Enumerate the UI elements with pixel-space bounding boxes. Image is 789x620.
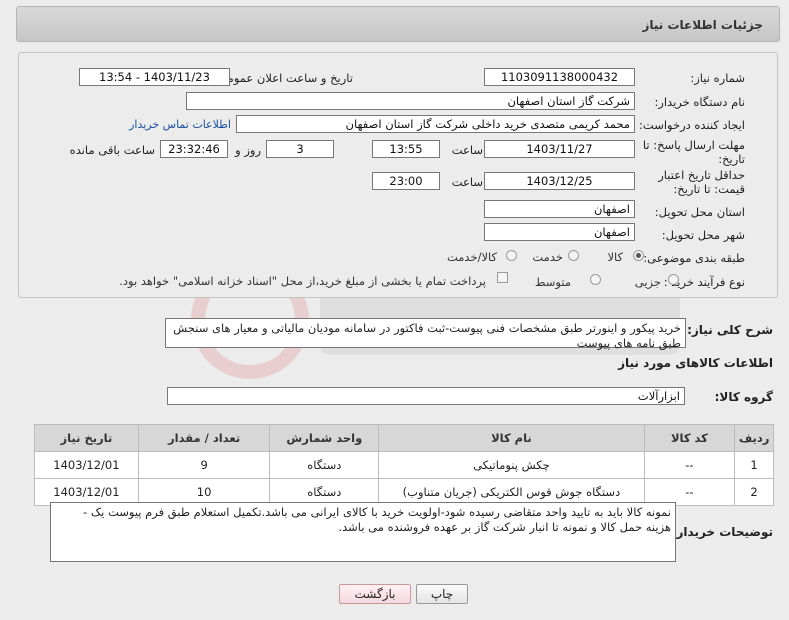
goods-table: ردیف کد کالا نام کالا واحد شمارش تعداد /…	[34, 424, 774, 506]
need-description-text: خرید پیکور و اینورتر طبق مشخصات فنی پیوس…	[165, 318, 686, 350]
price-validity-time-field: 23:00	[372, 172, 440, 190]
province-field: اصفهان	[484, 200, 635, 218]
category-radio-service[interactable]	[568, 250, 579, 261]
need-number-field: 1103091138000432	[484, 68, 635, 86]
announce-datetime-field: 1403/11/23 - 13:54	[79, 68, 230, 86]
need-number-label: شماره نیاز:	[690, 71, 745, 85]
page-title: جزئیات اطلاعات نیاز	[642, 18, 763, 32]
row-number: 2	[734, 478, 774, 506]
category-radio-goods-service[interactable]	[506, 250, 517, 261]
process-option-medium: متوسط	[534, 275, 571, 289]
buyer-org-label: نام دستگاه خریدار:	[654, 95, 745, 109]
creator-label: ایجاد کننده درخواست:	[639, 118, 745, 132]
category-option-service: خدمت	[532, 250, 563, 264]
remaining-time-field: 23:32:46	[160, 140, 228, 158]
category-radio-goods[interactable]	[633, 250, 644, 261]
category-option-goods-service: کالا/خدمت	[446, 250, 497, 264]
process-option-minor: جزیی	[634, 275, 661, 289]
col-need-date: تاریخ نیاز	[34, 424, 139, 452]
process-radio-minor[interactable]	[668, 274, 679, 285]
buyer-notes-text: نمونه کالا باید به تایید واحد متقاضی رسی…	[50, 502, 676, 562]
buyer-contact-link[interactable]: اطلاعات تماس خریدار	[129, 118, 231, 131]
price-validity-time-label: ساعت	[451, 175, 483, 189]
goods-section-title: اطلاعات کالاهای مورد نیاز	[618, 356, 773, 370]
row-name: چکش پنوماتیکی	[378, 451, 645, 479]
process-radio-medium[interactable]	[590, 274, 601, 285]
row-number: 1	[734, 451, 774, 479]
category-option-goods: کالا	[607, 250, 623, 264]
treasury-payment-note: پرداخت تمام یا بخشی از مبلغ خرید،از محل …	[119, 274, 486, 288]
col-name: نام کالا	[378, 424, 645, 452]
days-label: روز و	[235, 143, 261, 157]
category-label: طبقه بندی موضوعی:	[643, 251, 745, 265]
print-button[interactable]: چاپ	[416, 584, 468, 604]
row-unit: دستگاه	[269, 451, 380, 479]
province-label: استان محل تحویل:	[654, 205, 745, 219]
col-unit: واحد شمارش	[269, 424, 380, 452]
goods-group-label: گروه کالا:	[714, 390, 773, 404]
back-button[interactable]: بازگشت	[339, 584, 411, 604]
buyer-org-field: شرکت گاز استان اصفهان	[186, 92, 635, 110]
row-quantity: 9	[137, 451, 271, 479]
price-validity-label: حداقل تاریخ اعتبار قیمت: تا تاریخ:	[658, 168, 745, 196]
row-code: --	[643, 451, 736, 479]
reply-time-label: ساعت	[451, 143, 483, 157]
remaining-time-label: ساعت باقی مانده	[69, 143, 155, 157]
need-description-label: شرح کلی نیاز:	[687, 323, 773, 337]
city-field: اصفهان	[484, 223, 635, 241]
row-need-date: 1403/12/01	[34, 451, 139, 479]
col-code: کد کالا	[643, 424, 736, 452]
announce-label: تاریخ و ساعت اعلان عمومی:	[214, 71, 353, 85]
creator-field: محمد کریمی متصدی خرید داخلی شرکت گاز است…	[236, 115, 635, 133]
reply-time-field: 13:55	[372, 140, 440, 158]
buyer-notes-label: توضیحات خریدار:	[671, 525, 773, 539]
reply-date-field: 1403/11/27	[484, 140, 635, 158]
treasury-payment-checkbox[interactable]	[497, 272, 508, 283]
table-row: 1 -- چکش پنوماتیکی دستگاه 9 1403/12/01	[34, 451, 774, 479]
page-header: جزئیات اطلاعات نیاز	[16, 6, 780, 42]
col-quantity: تعداد / مقدار	[137, 424, 271, 452]
goods-table-header: ردیف کد کالا نام کالا واحد شمارش تعداد /…	[34, 424, 774, 452]
price-validity-date-field: 1403/12/25	[484, 172, 635, 190]
col-row: ردیف	[734, 424, 774, 452]
goods-group-field: ابزارآلات	[167, 387, 685, 405]
days-remaining-field: 3	[266, 140, 334, 158]
reply-deadline-label: مهلت ارسال پاسخ: تا تاریخ:	[642, 138, 745, 166]
city-label: شهر محل تحویل:	[661, 228, 745, 242]
